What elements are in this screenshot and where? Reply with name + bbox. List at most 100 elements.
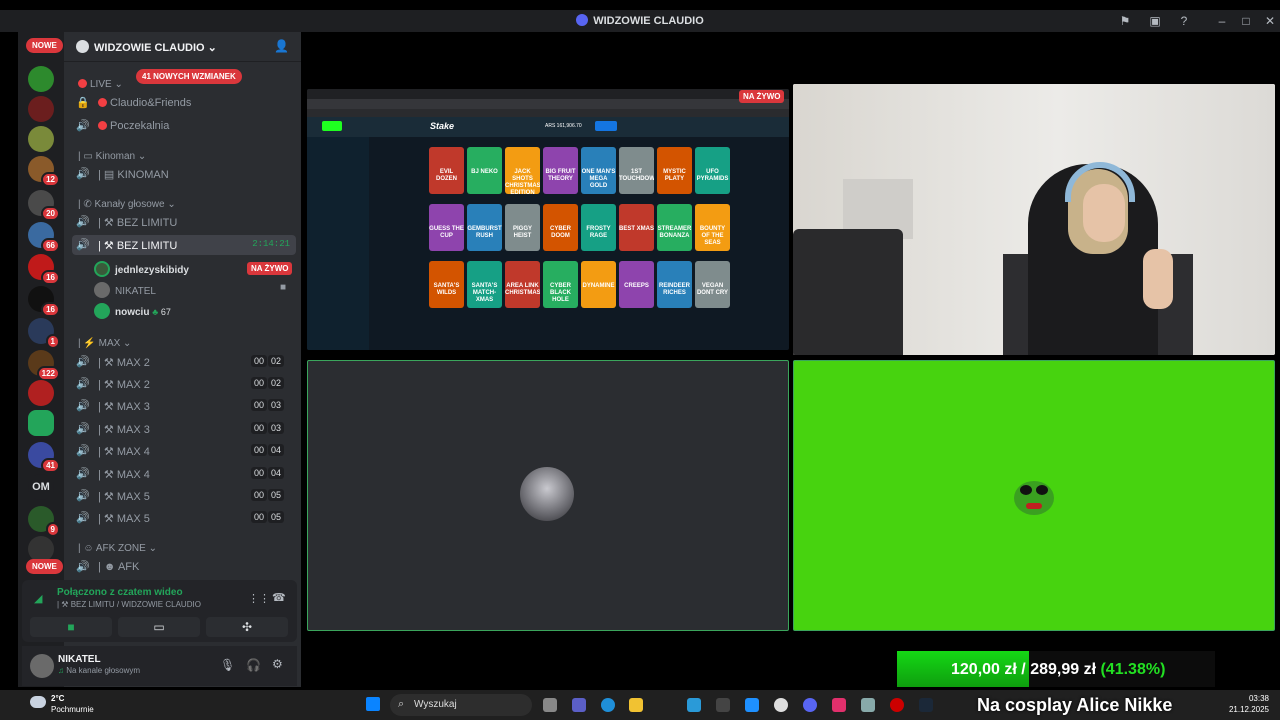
category-kinoman[interactable]: | ▭ Kinoman ⌄: [78, 151, 146, 162]
mentions-pill[interactable]: 41 NOWYCH WZMIANEK: [136, 69, 242, 84]
channel-max[interactable]: 🔊 | ⚒ MAX 3 00 03: [76, 396, 296, 416]
help-icon[interactable]: ?: [1176, 13, 1192, 29]
category-voice[interactable]: | ✆ Kanały głosowe ⌄: [78, 199, 176, 210]
speaker-icon: 🔊: [76, 468, 90, 480]
discord-icon[interactable]: [803, 698, 817, 712]
category-live[interactable]: LIVE ⌄: [78, 79, 123, 90]
clock-date[interactable]: 21.12.2025: [1224, 705, 1269, 714]
taskbar: 2°C Pochmurnie ⌕ Wyszukaj Na cosplay Ali…: [0, 690, 1280, 720]
task-view-icon[interactable]: [543, 698, 557, 712]
channel-bez-limitu-active[interactable]: 🔊 | ⚒ BEZ LIMITU 2:14:21: [72, 235, 296, 255]
pepe-mouth: [1026, 503, 1042, 509]
speaker-icon: 🔊: [76, 378, 90, 390]
clock-time[interactable]: 03:38: [1239, 694, 1269, 703]
steam-icon[interactable]: [919, 698, 933, 712]
server-icon[interactable]: 66: [28, 222, 60, 253]
server-om[interactable]: OM: [28, 474, 54, 500]
mention-badge: 20: [41, 206, 60, 221]
settings-icon[interactable]: [861, 698, 875, 712]
pepe-emote-icon: [1014, 481, 1054, 515]
user-limit: 00 02: [250, 377, 284, 389]
balance: ARS 161,906.70: [545, 123, 582, 129]
server-icon[interactable]: 122: [28, 350, 60, 381]
server-icon[interactable]: [28, 380, 54, 406]
maximize-icon[interactable]: □: [1238, 13, 1254, 29]
soundboard-icon[interactable]: ⋮⋮: [248, 592, 270, 605]
channel-max[interactable]: 🔊 | ⚒ MAX 4 00 04: [76, 441, 296, 461]
search-box[interactable]: ⌕ Wyszukaj: [390, 694, 532, 716]
channel-afk[interactable]: 🔊 | ☻ AFK: [76, 557, 296, 577]
activities-button[interactable]: ✣: [206, 617, 288, 637]
server-icon[interactable]: 20: [28, 190, 60, 221]
category-afk[interactable]: | ☺ AFK ZONE ⌄: [78, 543, 157, 554]
weather-temp[interactable]: 2°C: [51, 694, 64, 703]
person-hand: [1143, 249, 1173, 309]
windows-start-icon[interactable]: [366, 697, 380, 711]
game-tile: UFO PYRAMIDS: [695, 147, 730, 194]
username: NIKATEL: [58, 654, 101, 665]
channel-poczekalnia[interactable]: 🔊 Poczekalnia: [76, 116, 296, 136]
app-icon[interactable]: [745, 698, 759, 712]
server-icon[interactable]: 41: [28, 442, 60, 473]
server-icon[interactable]: 1: [28, 318, 60, 349]
mention-badge: 16: [41, 270, 60, 285]
voice-user[interactable]: jednlezyskibidy: [94, 261, 189, 277]
kick-server-icon[interactable]: [28, 410, 54, 436]
user-panel: NIKATEL ♫ Na kanale głosowym 🎙 🎧 ⚙: [22, 646, 297, 686]
channel-max[interactable]: 🔊 | ⚒ MAX 2 00 02: [76, 352, 296, 372]
screen-share-button[interactable]: ▭: [118, 617, 200, 637]
logitech-icon[interactable]: [716, 698, 730, 712]
channel-max[interactable]: 🔊 | ⚒ MAX 5 00 05: [76, 486, 296, 506]
close-icon[interactable]: ✕: [1262, 13, 1278, 29]
voice-user-tile[interactable]: [307, 360, 789, 631]
webcam-tile[interactable]: [793, 84, 1275, 355]
microphone-icon[interactable]: 🎙: [220, 658, 235, 672]
new-top-pill[interactable]: NOWE: [26, 38, 63, 53]
user-status: Na kanale głosowym: [66, 666, 141, 675]
headphones-icon[interactable]: 🎧: [246, 658, 261, 672]
add-user-icon[interactable]: 👤: [274, 39, 289, 53]
settings-gear-icon[interactable]: ⚙: [272, 657, 283, 671]
avatar[interactable]: [30, 654, 54, 678]
channel-max[interactable]: 🔊 | ⚒ MAX 2 00 02: [76, 374, 296, 394]
opera-icon[interactable]: [890, 698, 904, 712]
channel-max[interactable]: 🔊 | ⚒ MAX 4 00 04: [76, 464, 296, 484]
channel-bez-limitu[interactable]: 🔊 | ⚒ BEZ LIMITU: [76, 212, 296, 232]
voice-user[interactable]: NIKATEL: [94, 282, 156, 298]
server-name: WIDZOWIE CLAUDIO: [94, 42, 205, 54]
weather-desc[interactable]: Pochmurnie: [51, 705, 94, 714]
store-icon[interactable]: [687, 698, 701, 712]
server-icon[interactable]: 12: [28, 156, 60, 187]
green-screen-tile[interactable]: [793, 360, 1275, 631]
chrome-icon[interactable]: [774, 698, 788, 712]
server-icon[interactable]: 9: [28, 506, 60, 537]
channel-kinoman[interactable]: 🔊 | ▤ KINOMAN: [76, 164, 296, 184]
channel-max[interactable]: 🔊 | ⚒ MAX 3 00 03: [76, 419, 296, 439]
category-max[interactable]: | ⚡ MAX ⌄: [78, 338, 131, 349]
server-icon[interactable]: 16: [28, 254, 60, 285]
speaker-icon: 🔊: [76, 356, 90, 368]
inbox-flag-icon[interactable]: ⚑: [1117, 13, 1133, 29]
channel-max[interactable]: 🔊 | ⚒ MAX 5 00 05: [76, 508, 296, 528]
file-explorer-icon[interactable]: [629, 698, 643, 712]
tiktok-icon[interactable]: [832, 698, 846, 712]
teams-icon[interactable]: [572, 698, 586, 712]
channel-claudio-friends[interactable]: 🔒 Claudio&Friends: [76, 93, 296, 113]
server-header[interactable]: WIDZOWIE CLAUDIO ⌄ 👤: [64, 32, 301, 62]
server-icon[interactable]: 16: [28, 286, 60, 317]
camera-button[interactable]: ■: [30, 617, 112, 637]
server-icon[interactable]: [28, 96, 54, 122]
server-icon[interactable]: [28, 66, 54, 92]
voice-status-title[interactable]: Połączono z czatem wideo: [57, 587, 183, 598]
screen-share-tile[interactable]: Stake ARS 161,906.70 EVIL DOZEN BJ NEKO JA…: [307, 89, 789, 350]
speaker-icon: 🔊: [76, 490, 90, 502]
inbox-icon[interactable]: ▣: [1147, 13, 1163, 29]
server-icon[interactable]: [28, 126, 54, 152]
edge-icon[interactable]: [601, 698, 615, 712]
voice-user[interactable]: nowciu ♣ 67: [94, 303, 171, 319]
cloud-icon[interactable]: [30, 696, 46, 708]
new-bottom-pill[interactable]: NOWE: [26, 559, 63, 574]
minimize-icon[interactable]: –: [1214, 13, 1230, 29]
live-badge: NA ŻYWO: [739, 90, 785, 103]
disconnect-icon[interactable]: ☎: [272, 591, 286, 604]
